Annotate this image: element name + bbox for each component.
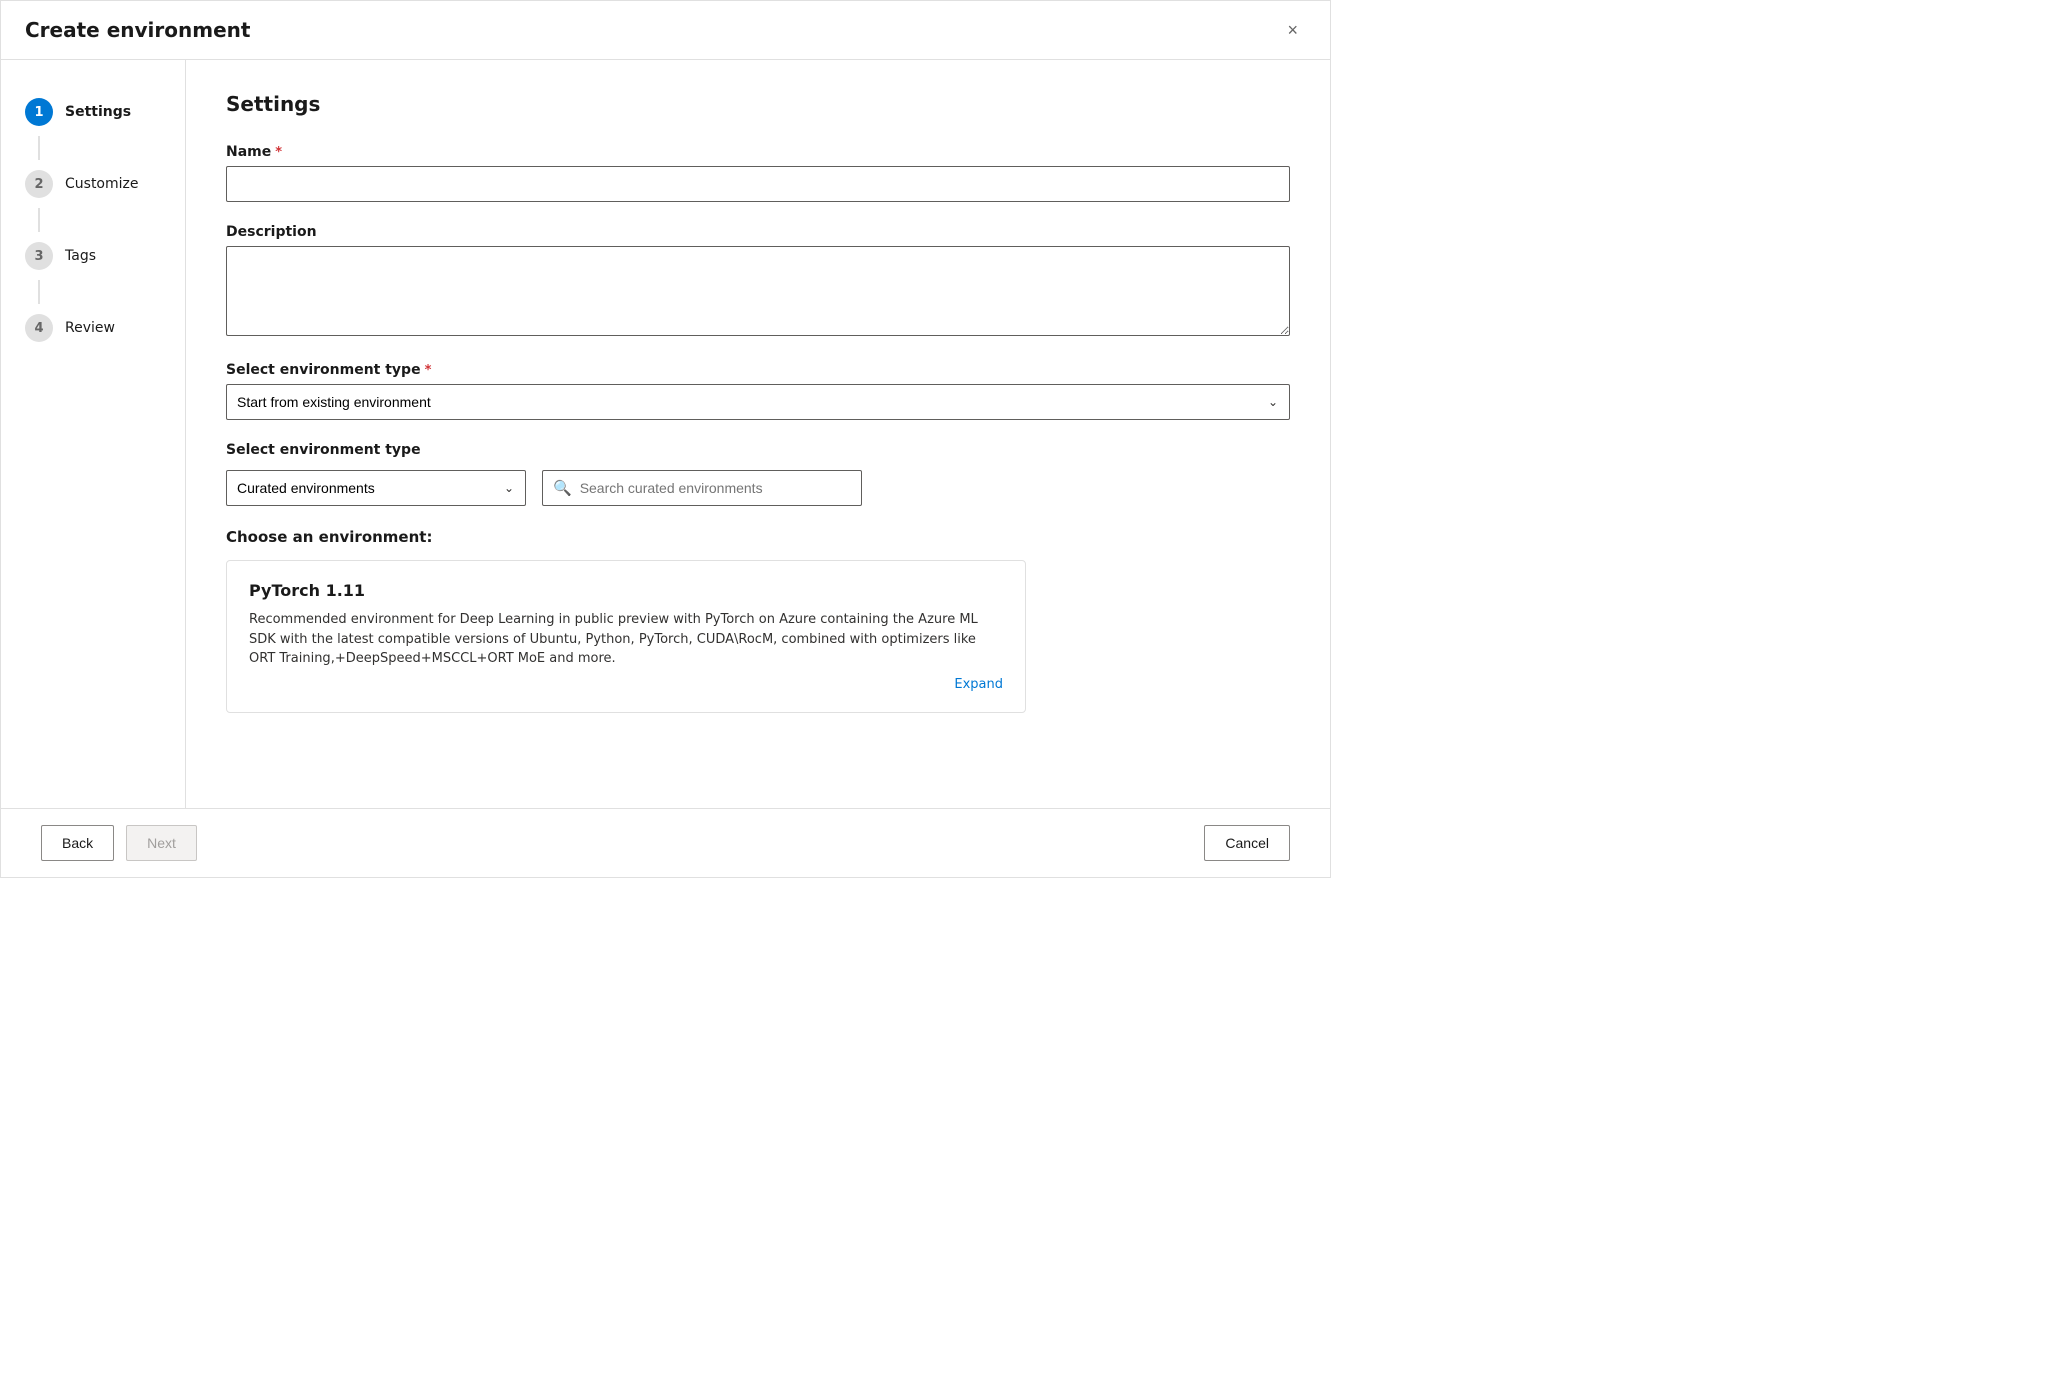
expand-link[interactable]: Expand [249, 677, 1003, 692]
description-field-group: Description [226, 224, 1290, 340]
search-input[interactable] [580, 480, 851, 496]
step-circle-3: 3 [25, 242, 53, 270]
create-environment-dialog: Create environment × 1 Settings 2 Custom… [0, 0, 1331, 878]
step-tags[interactable]: 3 Tags [25, 236, 161, 276]
back-button[interactable]: Back [41, 825, 114, 861]
env-card-title: PyTorch 1.11 [249, 581, 1003, 600]
step-connector-1 [38, 136, 40, 160]
dialog-title: Create environment [25, 18, 250, 42]
step-connector-2 [38, 208, 40, 232]
env-type-required-star: * [425, 363, 432, 378]
name-input[interactable] [226, 166, 1290, 202]
description-label: Description [226, 224, 1290, 240]
step-customize[interactable]: 2 Customize [25, 164, 161, 204]
env-type-select-wrapper: Start from existing environment ⌄ [226, 384, 1290, 420]
env-card: PyTorch 1.11 Recommended environment for… [226, 560, 1026, 713]
name-label: Name * [226, 144, 1290, 160]
footer-left: Back Next [41, 825, 197, 861]
step-connector-3 [38, 280, 40, 304]
search-box[interactable]: 🔍 [542, 470, 862, 506]
env-card-description: Recommended environment for Deep Learnin… [249, 610, 1003, 669]
step-label-customize: Customize [65, 176, 139, 192]
name-required-star: * [275, 145, 282, 160]
section-title: Settings [226, 92, 1290, 116]
step-settings[interactable]: 1 Settings [25, 92, 161, 132]
env-type-row: Curated environments ⌄ 🔍 [226, 470, 1290, 506]
dialog-body: 1 Settings 2 Customize 3 Tags 4 Review S… [1, 60, 1330, 808]
description-input[interactable] [226, 246, 1290, 336]
step-label-tags: Tags [65, 248, 96, 264]
env-type-sub-select-wrapper: Curated environments ⌄ [226, 470, 526, 506]
step-review[interactable]: 4 Review [25, 308, 161, 348]
next-button[interactable]: Next [126, 825, 197, 861]
step-circle-2: 2 [25, 170, 53, 198]
search-icon: 🔍 [553, 479, 572, 497]
dialog-footer: Back Next Cancel [1, 808, 1330, 877]
stepper: 1 Settings 2 Customize 3 Tags 4 Review [1, 60, 186, 808]
env-type-label: Select environment type * [226, 362, 1290, 378]
main-content: Settings Name * Description Select env [186, 60, 1330, 808]
step-label-settings: Settings [65, 104, 131, 120]
env-type-sub-label: Select environment type [226, 442, 1290, 458]
env-type-sub-field-group: Select environment type Curated environm… [226, 442, 1290, 506]
env-type-sub-select[interactable]: Curated environments [226, 470, 526, 506]
name-field-group: Name * [226, 144, 1290, 202]
env-type-field-group: Select environment type * Start from exi… [226, 362, 1290, 420]
close-button[interactable]: × [1279, 17, 1306, 43]
env-type-select[interactable]: Start from existing environment [226, 384, 1290, 420]
choose-label: Choose an environment: [226, 528, 1290, 546]
step-circle-1: 1 [25, 98, 53, 126]
step-label-review: Review [65, 320, 115, 336]
dialog-header: Create environment × [1, 1, 1330, 60]
cancel-button[interactable]: Cancel [1204, 825, 1290, 861]
step-circle-4: 4 [25, 314, 53, 342]
